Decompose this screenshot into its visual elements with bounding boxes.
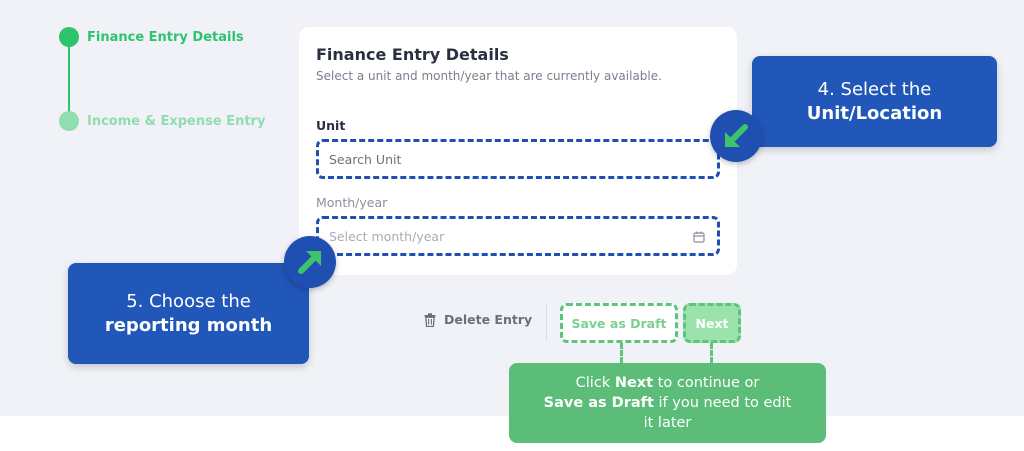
next-connector-line [710,343,713,363]
stepper-line [68,44,70,114]
step-label: Income & Expense Entry [87,113,266,129]
callout-month-line2: reporting month [104,314,273,336]
card-subtitle: Select a unit and month/year that are cu… [316,69,662,83]
next-button[interactable]: Next [683,303,741,343]
unit-search-input[interactable]: Search Unit [316,139,720,179]
delete-entry-label: Delete Entry [444,312,533,327]
step-finance-entry-details[interactable]: Finance Entry Details [59,27,244,47]
callout-unit-line1: 4. Select the [817,78,932,100]
callout-next-line3: it later [643,415,692,431]
month-year-input[interactable]: Select month/year [316,216,720,256]
delete-entry-button[interactable]: Delete Entry [424,312,532,327]
arrow-up-right-icon [298,251,321,274]
step-active-dot [59,27,79,47]
step-income-expense-entry[interactable]: Income & Expense Entry [59,111,265,131]
callout-next-or-draft: Click Next to continue or Save as Draft … [509,363,826,443]
callout-next-line1: Click Next to continue or [575,375,760,391]
calendar-icon[interactable] [693,231,705,243]
month-year-label: Month/year [316,195,388,210]
save-as-draft-button[interactable]: Save as Draft [560,303,678,343]
callout-next-line2: Save as Draft if you need to edit [543,395,792,411]
step-label: Finance Entry Details [87,29,244,45]
month-year-placeholder: Select month/year [329,228,445,244]
callout-select-unit: 4. Select the Unit/Location [752,56,997,147]
unit-label: Unit [316,118,346,133]
callout-month-line1: 5. Choose the [126,290,251,312]
unit-arrow-badge [710,110,762,162]
draft-connector-line [620,343,623,363]
callout-choose-month: 5. Choose the reporting month [68,263,309,364]
unit-placeholder: Search Unit [329,151,402,167]
trash-icon [424,312,436,327]
button-divider [546,303,547,341]
arrow-down-left-icon [725,124,748,147]
card-title: Finance Entry Details [316,45,509,64]
callout-unit-line2: Unit/Location [806,102,943,124]
month-arrow-badge [284,236,336,288]
step-inactive-dot [59,111,79,131]
finance-entry-card: Finance Entry Details Select a unit and … [299,27,737,275]
